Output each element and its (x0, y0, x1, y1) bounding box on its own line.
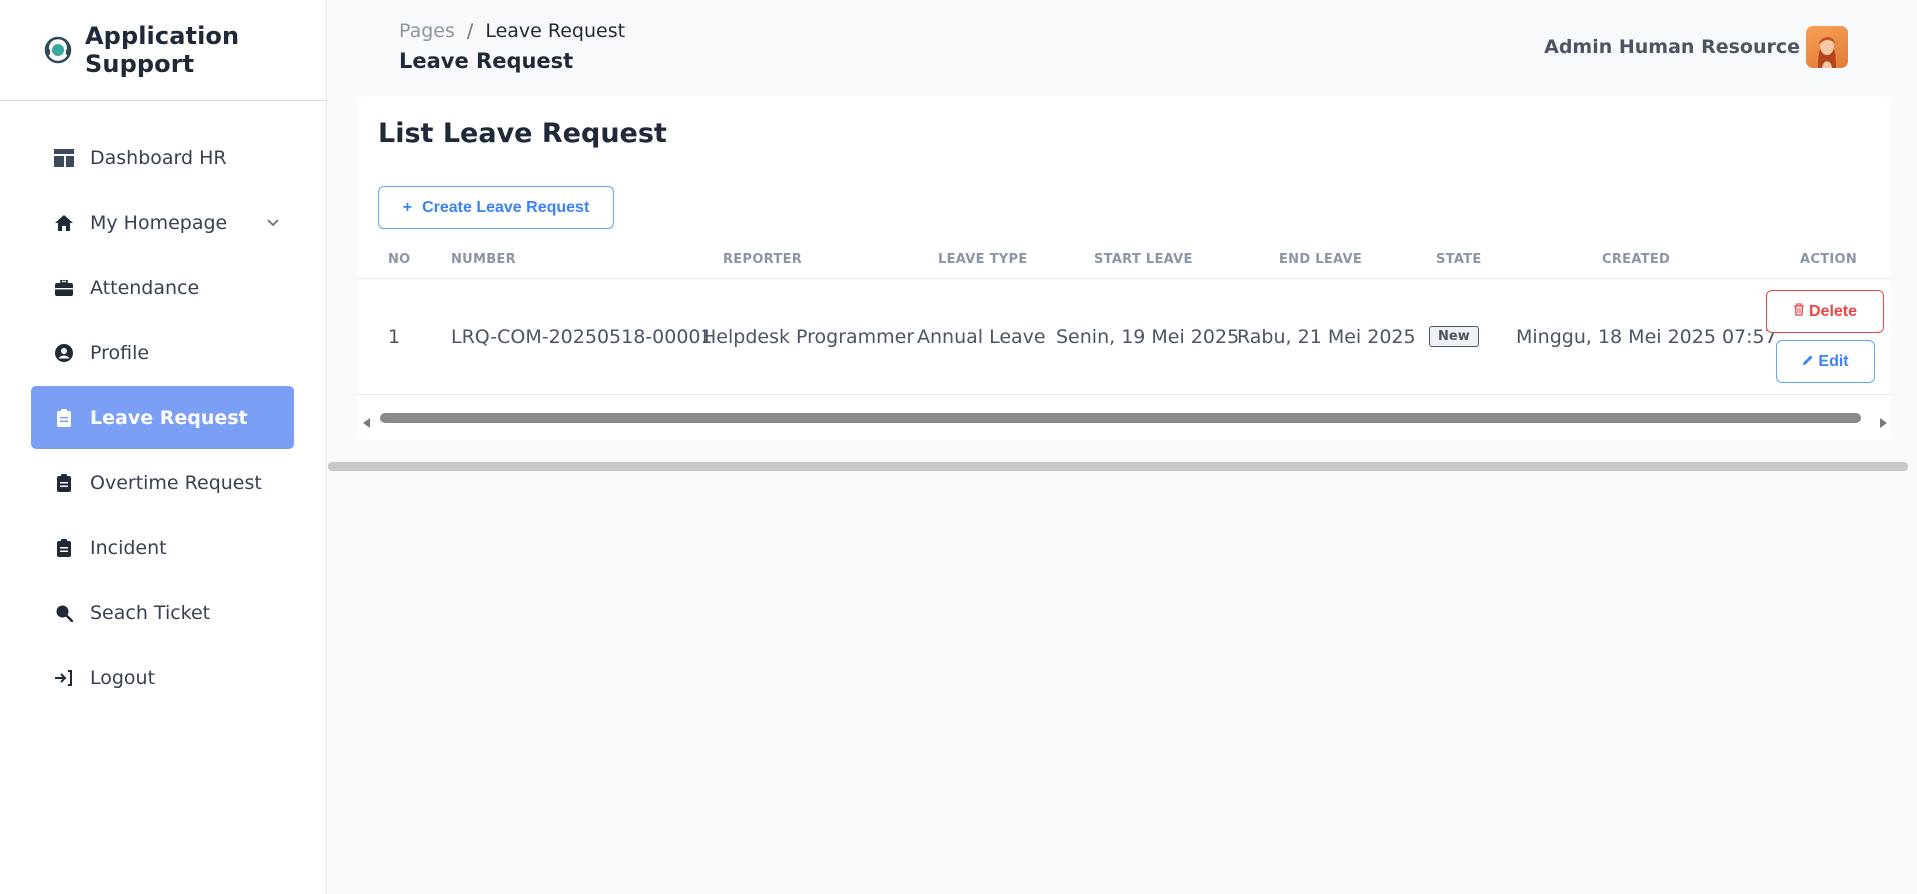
pencil-icon (1802, 353, 1814, 371)
column-header-end-leave: END LEAVE (1279, 252, 1363, 267)
brand[interactable]: Application Support (0, 0, 326, 101)
cell-reporter: Helpdesk Programmer (702, 326, 915, 348)
sidebar-item-leave-request[interactable]: Leave Request (31, 386, 294, 449)
home-icon (54, 213, 74, 233)
create-button-label: Create Leave Request (422, 198, 590, 216)
leave-request-card: List Leave Request + Create Leave Reques… (357, 96, 1891, 440)
dashboard-icon (54, 148, 74, 168)
table-header: NO NUMBER REPORTER LEAVE TYPE START LEAV… (357, 239, 1891, 279)
page-horizontal-scrollbar[interactable] (328, 462, 1908, 471)
column-header-start-leave: START LEAVE (1094, 252, 1193, 267)
search-icon (54, 603, 74, 623)
cell-start-leave: Senin, 19 Mei 2025 (1056, 326, 1240, 348)
trash-icon (1793, 302, 1805, 321)
user-circle-icon (54, 343, 74, 363)
create-leave-request-button[interactable]: + Create Leave Request (378, 186, 614, 229)
breadcrumb-separator: / (466, 20, 474, 42)
cell-number: LRQ-COM-20250518-00001 (451, 326, 713, 348)
scroll-left-arrow-icon[interactable] (362, 413, 372, 432)
column-header-number: NUMBER (451, 252, 516, 267)
sidebar-nav: Dashboard HR My Homepage Attendance Prof… (0, 101, 326, 709)
delete-button-label: Delete (1808, 302, 1858, 320)
user-name[interactable]: Admin Human Resource (1544, 36, 1800, 58)
sidebar-item-label: Logout (90, 666, 156, 689)
edit-button-label: Edit (1818, 352, 1849, 370)
app-title: Application Support (85, 22, 240, 78)
column-header-created: CREATED (1602, 252, 1671, 267)
clipboard-icon (54, 538, 74, 558)
column-header-leave-type: LEAVE TYPE (938, 252, 1028, 267)
card-title: List Leave Request (378, 118, 667, 149)
scrollbar-thumb[interactable] (380, 413, 1861, 423)
sidebar: Application Support Dashboard HR My Home… (0, 0, 327, 894)
clipboard-icon (54, 473, 74, 493)
leave-request-table: NO NUMBER REPORTER LEAVE TYPE START LEAV… (357, 239, 1891, 395)
logout-icon (54, 668, 74, 688)
plus-icon: + (402, 198, 413, 216)
sidebar-item-label: Leave Request (90, 406, 248, 429)
chevron-down-icon[interactable] (264, 213, 282, 231)
sidebar-item-my-homepage[interactable]: My Homepage (31, 191, 294, 254)
column-header-state: STATE (1436, 252, 1482, 267)
avatar[interactable] (1806, 26, 1848, 68)
sidebar-item-incident[interactable]: Incident (31, 516, 294, 579)
sidebar-item-overtime-request[interactable]: Overtime Request (31, 451, 294, 514)
breadcrumb: Pages / Leave Request (399, 20, 625, 42)
table-horizontal-scrollbar[interactable] (357, 411, 1891, 428)
sidebar-item-label: Overtime Request (90, 471, 262, 494)
scroll-right-arrow-icon[interactable] (1878, 413, 1888, 432)
headset-support-icon (43, 34, 73, 66)
user-menu[interactable]: Admin Human Resource (1544, 26, 1848, 68)
sidebar-item-logout[interactable]: Logout (31, 646, 294, 709)
breadcrumb-parent-link[interactable]: Pages (399, 20, 455, 42)
column-header-action: ACTION (1800, 252, 1858, 267)
column-header-no: NO (388, 252, 411, 267)
table-row: 1 LRQ-COM-20250518-00001 Helpdesk Progra… (357, 279, 1891, 395)
clipboard-icon (54, 408, 74, 428)
status-badge: New (1429, 326, 1479, 347)
briefcase-icon (54, 278, 74, 298)
column-header-reporter: REPORTER (723, 252, 803, 267)
sidebar-item-attendance[interactable]: Attendance (31, 256, 294, 319)
sidebar-item-profile[interactable]: Profile (31, 321, 294, 384)
cell-created: Minggu, 18 Mei 2025 07:57 (1516, 326, 1777, 348)
sidebar-item-label: My Homepage (90, 211, 228, 234)
sidebar-item-label: Seach Ticket (90, 601, 211, 624)
sidebar-item-dashboard-hr[interactable]: Dashboard HR (31, 126, 294, 189)
sidebar-item-label: Dashboard HR (90, 146, 227, 169)
edit-button[interactable]: Edit (1776, 340, 1875, 383)
sidebar-item-label: Attendance (90, 276, 200, 299)
sidebar-item-label: Profile (90, 341, 150, 364)
breadcrumb-current: Leave Request (485, 20, 626, 42)
cell-leave-type: Annual Leave (917, 326, 1046, 348)
page-title: Leave Request (399, 49, 574, 73)
sidebar-item-search-ticket[interactable]: Seach Ticket (31, 581, 294, 644)
delete-button[interactable]: Delete (1766, 290, 1884, 333)
cell-no: 1 (388, 326, 401, 348)
sidebar-item-label: Incident (90, 536, 167, 559)
cell-end-leave: Rabu, 21 Mei 2025 (1237, 326, 1416, 348)
